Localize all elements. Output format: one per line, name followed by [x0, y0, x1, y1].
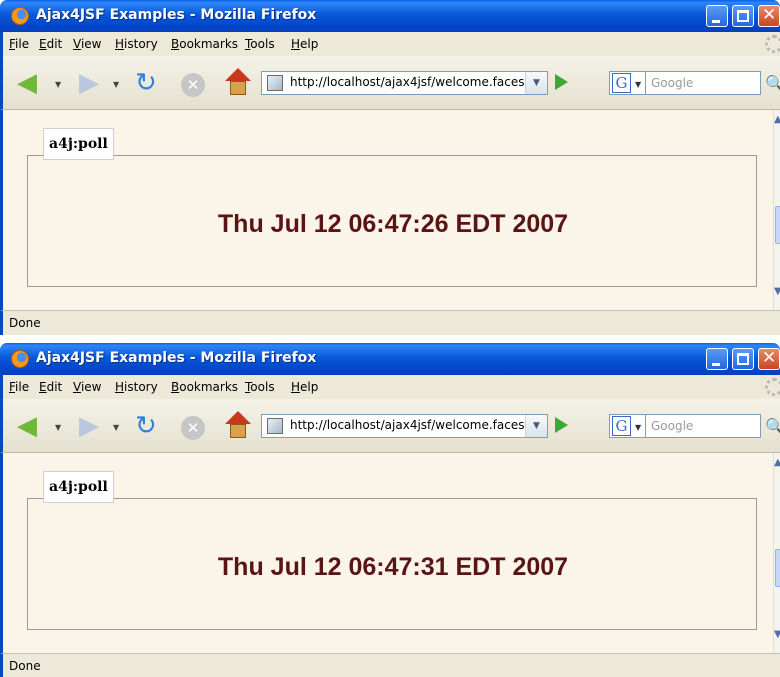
url-bar[interactable]: http://localhost/ajax4jsf/welcome.faces … [261, 71, 548, 95]
scroll-down-icon[interactable]: ▼ [774, 629, 780, 640]
menu-bar: File Edit View History Bookmarks Tools H… [0, 375, 780, 399]
minimize-icon [712, 363, 720, 366]
title-bar[interactable]: Ajax4JSF Examples - Mozilla Firefox ✕ [0, 0, 780, 32]
google-engine-icon: G [612, 73, 631, 93]
minimize-icon [712, 20, 720, 23]
menu-history[interactable]: History [115, 37, 158, 51]
search-icon[interactable]: 🔍 [765, 74, 780, 93]
chevron-down-icon: ▼ [635, 80, 642, 89]
search-bar: G ▼ Google 🔍 [609, 71, 780, 95]
scroll-up-icon[interactable]: ▲ [774, 457, 780, 468]
forward-arrow-icon[interactable]: ▶ [79, 411, 99, 441]
back-history-dropdown-icon[interactable]: ▼ [55, 423, 61, 432]
status-text: Done [9, 659, 41, 673]
menu-help[interactable]: Help [291, 37, 318, 51]
menu-view[interactable]: View [73, 37, 101, 51]
search-input[interactable]: Google [646, 414, 761, 438]
search-placeholder: Google [651, 419, 694, 433]
close-icon: ✕ [762, 5, 777, 25]
vertical-scrollbar[interactable]: ▲ ▼ [773, 453, 780, 653]
window-title: Ajax4JSF Examples - Mozilla Firefox [36, 350, 317, 366]
menu-file[interactable]: File [9, 37, 29, 51]
search-engine-button[interactable]: G ▼ [609, 71, 646, 95]
page-content: a4j:poll Thu Jul 12 06:47:26 EDT 2007 ▲ … [0, 110, 780, 310]
scroll-up-icon[interactable]: ▲ [774, 114, 780, 125]
search-engine-button[interactable]: G ▼ [609, 414, 646, 438]
firefox-logo-icon [11, 7, 29, 25]
navigation-toolbar: ◀ ▼ ▶ ▼ ↻ ✕ http://localhost/ajax4jsf/we… [0, 56, 780, 110]
menu-bar: File Edit View History Bookmarks Tools H… [0, 32, 780, 56]
stop-icon[interactable]: ✕ [181, 73, 205, 97]
menu-bookmarks[interactable]: Bookmarks [171, 380, 238, 394]
menu-history[interactable]: History [115, 380, 158, 394]
status-bar: Done [0, 310, 780, 335]
menu-file[interactable]: File [9, 380, 29, 394]
close-button[interactable]: ✕ [758, 5, 780, 27]
window-title: Ajax4JSF Examples - Mozilla Firefox [36, 7, 317, 23]
stop-icon[interactable]: ✕ [181, 416, 205, 440]
browser-window-2: Ajax4JSF Examples - Mozilla Firefox ✕ Fi… [0, 343, 780, 677]
status-bar: Done [0, 653, 780, 677]
menu-tools[interactable]: Tools [245, 37, 275, 51]
menu-tools[interactable]: Tools [245, 380, 275, 394]
reload-icon[interactable]: ↻ [135, 68, 157, 98]
maximize-button[interactable] [732, 5, 754, 27]
maximize-icon [737, 353, 749, 365]
url-history-dropdown[interactable]: ▼ [525, 72, 547, 94]
vertical-scrollbar[interactable]: ▲ ▼ [773, 110, 780, 310]
back-history-dropdown-icon[interactable]: ▼ [55, 80, 61, 89]
minimize-button[interactable] [706, 5, 728, 27]
url-text[interactable]: http://localhost/ajax4jsf/welcome.faces [290, 418, 524, 432]
scroll-thumb[interactable] [775, 549, 780, 587]
back-arrow-icon[interactable]: ◀ [17, 411, 37, 441]
url-text[interactable]: http://localhost/ajax4jsf/welcome.faces [290, 75, 524, 89]
scroll-thumb[interactable] [775, 206, 780, 244]
throbber-icon [765, 35, 780, 53]
throbber-icon [765, 378, 780, 396]
maximize-button[interactable] [732, 348, 754, 370]
url-bar[interactable]: http://localhost/ajax4jsf/welcome.faces … [261, 414, 548, 438]
navigation-toolbar: ◀ ▼ ▶ ▼ ↻ ✕ http://localhost/ajax4jsf/we… [0, 399, 780, 453]
menu-help[interactable]: Help [291, 380, 318, 394]
search-bar: G ▼ Google 🔍 [609, 414, 780, 438]
maximize-icon [737, 10, 749, 22]
menu-bookmarks[interactable]: Bookmarks [171, 37, 238, 51]
search-placeholder: Google [651, 76, 694, 90]
forward-history-dropdown-icon[interactable]: ▼ [113, 423, 119, 432]
menu-edit[interactable]: Edit [39, 37, 62, 51]
page-icon [267, 418, 283, 434]
reload-icon[interactable]: ↻ [135, 411, 157, 441]
status-text: Done [9, 316, 41, 330]
menu-edit[interactable]: Edit [39, 380, 62, 394]
browser-window-1: Ajax4JSF Examples - Mozilla Firefox ✕ Fi… [0, 0, 780, 335]
page-content: a4j:poll Thu Jul 12 06:47:31 EDT 2007 ▲ … [0, 453, 780, 653]
go-icon[interactable] [555, 417, 568, 433]
forward-arrow-icon[interactable]: ▶ [79, 68, 99, 98]
title-bar[interactable]: Ajax4JSF Examples - Mozilla Firefox ✕ [0, 343, 780, 375]
menu-view[interactable]: View [73, 380, 101, 394]
home-icon[interactable] [225, 68, 251, 96]
home-icon[interactable] [225, 411, 251, 439]
google-engine-icon: G [612, 416, 631, 436]
chevron-down-icon: ▼ [635, 423, 642, 432]
firefox-logo-icon [11, 350, 29, 368]
back-arrow-icon[interactable]: ◀ [17, 68, 37, 98]
minimize-button[interactable] [706, 348, 728, 370]
close-button[interactable]: ✕ [758, 348, 780, 370]
server-time: Thu Jul 12 06:47:26 EDT 2007 [217, 210, 569, 238]
forward-history-dropdown-icon[interactable]: ▼ [113, 80, 119, 89]
search-input[interactable]: Google [646, 71, 761, 95]
scroll-down-icon[interactable]: ▼ [774, 286, 780, 297]
poll-legend: a4j:poll [43, 471, 114, 503]
poll-legend: a4j:poll [43, 128, 114, 160]
page-icon [267, 75, 283, 91]
server-time: Thu Jul 12 06:47:31 EDT 2007 [217, 553, 569, 581]
close-icon: ✕ [762, 348, 777, 368]
search-icon[interactable]: 🔍 [765, 417, 780, 436]
url-history-dropdown[interactable]: ▼ [525, 415, 547, 437]
go-icon[interactable] [555, 74, 568, 90]
